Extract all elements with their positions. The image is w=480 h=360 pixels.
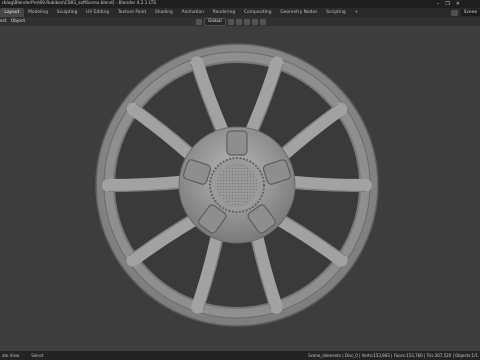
3d-viewport[interactable] [0, 26, 480, 351]
workspace-menubar: Layout Modeling Sculpting UV Editing Tex… [0, 8, 480, 17]
tab-texture-paint[interactable]: Texture Paint [113, 8, 150, 17]
add-workspace-button[interactable]: + [350, 8, 362, 17]
tab-sculpting[interactable]: Sculpting [52, 8, 81, 17]
tab-layout[interactable]: Layout [0, 8, 24, 17]
maximize-icon[interactable]: ❐ [445, 0, 449, 8]
tab-compositing[interactable]: Compositing [240, 8, 276, 17]
pivot-point-icon[interactable] [227, 18, 234, 25]
status-bar: ate View Select Scene_elements | Disc_0 … [0, 351, 480, 360]
tab-animation[interactable]: Animation [177, 8, 208, 17]
snap-target-icon[interactable] [243, 18, 250, 25]
tab-geometry-nodes[interactable]: Geometry Nodes [276, 8, 322, 17]
transform-controls: Global [196, 17, 266, 26]
tab-shading[interactable]: Shading [151, 8, 178, 17]
header-menus: ect Object [0, 17, 25, 26]
status-hint-rotate-view: ate View [2, 353, 20, 358]
tab-rendering[interactable]: Rendering [208, 8, 239, 17]
falloff-icon[interactable] [259, 18, 266, 25]
menu-object[interactable]: Object [11, 17, 25, 26]
scene-icon[interactable] [450, 9, 458, 16]
scene-selector: Scene [450, 8, 480, 17]
minimize-icon[interactable]: – [437, 0, 440, 8]
status-hints: ate View Select [2, 351, 44, 360]
scene-statistics: Scene_elements | Disc_0 | Verts:153,983 … [308, 353, 478, 358]
tab-scripting[interactable]: Scripting [322, 8, 350, 17]
close-icon[interactable]: ✕ [456, 0, 460, 8]
viewport-header: ect Object Global [0, 17, 480, 26]
menu-select[interactable]: ect [0, 17, 7, 26]
window-title: rblog\BlenderPro\69.Rubikon\C083_softSce… [2, 1, 157, 6]
snap-icon[interactable] [235, 18, 242, 25]
window-titlebar: rblog\BlenderPro\69.Rubikon\C083_softSce… [0, 0, 480, 8]
tab-modeling[interactable]: Modeling [24, 8, 53, 17]
workspace-tabs: Layout Modeling Sculpting UV Editing Tex… [0, 8, 363, 17]
tab-uv-editing[interactable]: UV Editing [82, 8, 114, 17]
scene-button[interactable]: Scene [460, 9, 480, 16]
transform-orientation-icon [196, 18, 202, 25]
transform-orientation-dropdown[interactable]: Global [204, 17, 226, 26]
window-controls: – ❐ ✕ [437, 0, 460, 8]
status-hint-select: Select [31, 353, 44, 358]
viewport-canvas [95, 43, 379, 327]
wheel-model [95, 43, 379, 327]
proportional-edit-icon[interactable] [251, 18, 258, 25]
